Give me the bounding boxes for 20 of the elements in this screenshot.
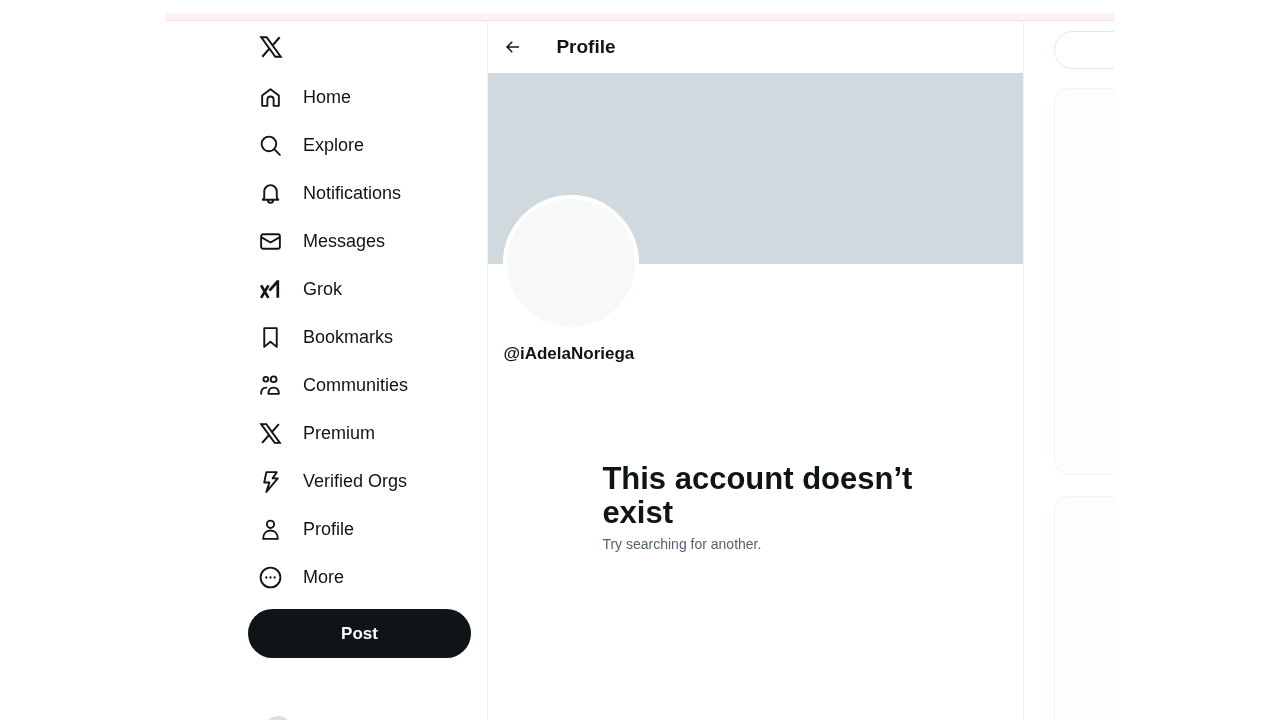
people-icon bbox=[258, 372, 283, 398]
nav-item[interactable]: Premium bbox=[248, 409, 375, 457]
post-button[interactable]: Post bbox=[248, 609, 471, 658]
nav-item[interactable]: Communities bbox=[248, 361, 409, 409]
header-title: Profile bbox=[556, 36, 616, 58]
nav-item[interactable]: Notifications bbox=[248, 169, 402, 217]
x-logo-icon bbox=[258, 420, 283, 446]
nav-item[interactable]: Messages bbox=[248, 217, 386, 265]
profile-handle: @iAdelaNoriega bbox=[503, 344, 635, 364]
nav-item[interactable]: More bbox=[248, 553, 344, 601]
empty-state-subtitle: Try searching for another. bbox=[602, 536, 763, 552]
nav-item[interactable]: Home bbox=[248, 73, 351, 121]
nav-item[interactable]: Profile bbox=[248, 505, 355, 553]
empty-state-title: This account doesn’t exist bbox=[602, 462, 914, 530]
x-logo-icon[interactable] bbox=[258, 34, 284, 60]
nav-item[interactable]: Grok bbox=[248, 265, 342, 313]
nav-item[interactable]: Verified Orgs bbox=[248, 457, 408, 505]
nav-item[interactable]: Bookmarks bbox=[248, 313, 394, 361]
nav-item[interactable]: Explore bbox=[248, 121, 365, 169]
more-icon bbox=[258, 564, 283, 590]
